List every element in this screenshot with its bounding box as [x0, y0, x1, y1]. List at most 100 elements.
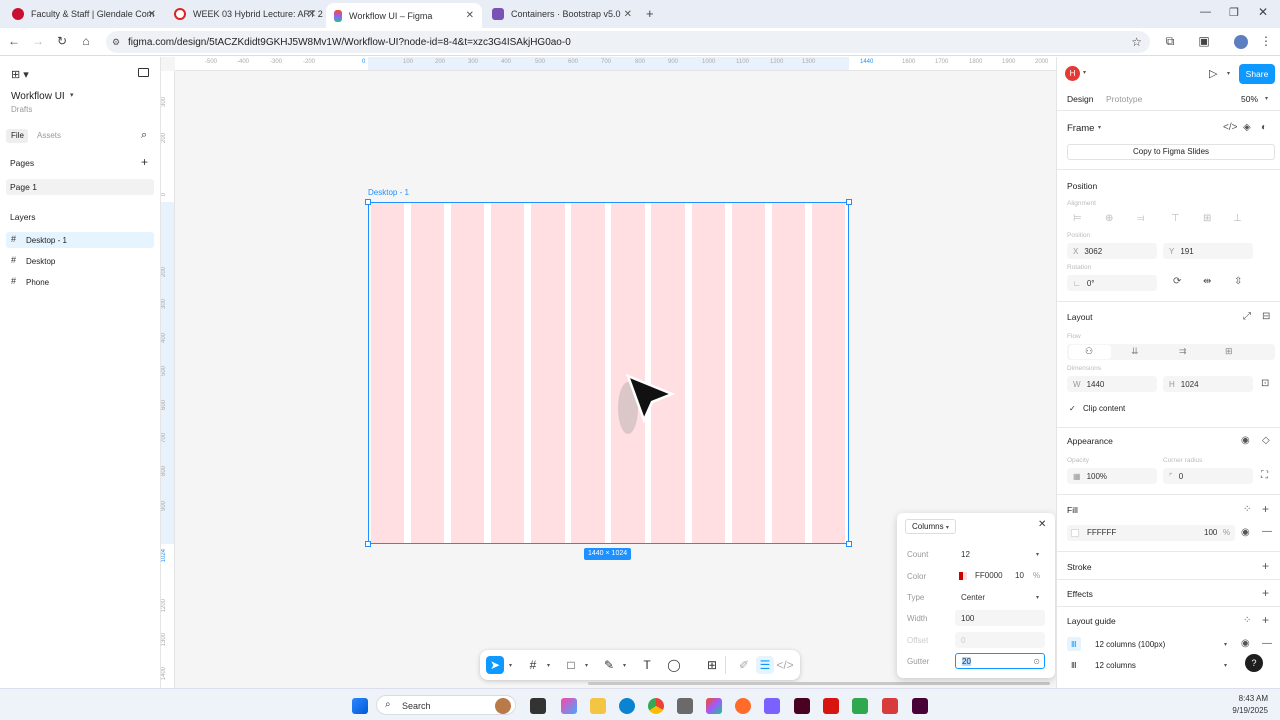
new-tab-icon[interactable]: + [646, 6, 654, 21]
clip-content-label[interactable]: Clip content [1083, 404, 1125, 413]
chevron-down-icon[interactable]: ▾ [585, 662, 588, 669]
browser-tab-active[interactable]: Workflow UI – Figma ✕ [326, 3, 482, 28]
close-tab-icon[interactable]: ✕ [308, 9, 316, 20]
sidebar-toggle-icon[interactable] [138, 68, 149, 77]
offset-input[interactable]: 0 [955, 632, 1045, 648]
figma-icon[interactable] [706, 698, 722, 714]
task-view-icon[interactable] [530, 698, 546, 714]
rotate-icon[interactable]: ⟳ [1173, 276, 1181, 287]
flip-horizontal-icon[interactable]: ⇹ [1203, 276, 1211, 287]
frame-section-title[interactable]: Frame [1067, 123, 1094, 134]
code-icon[interactable]: </> [1223, 122, 1237, 133]
align-bottom-icon[interactable]: ⊥ [1233, 213, 1242, 224]
align-center-v-icon[interactable]: ⊞ [1203, 213, 1211, 224]
opacity-input[interactable]: ▦ 100% [1067, 468, 1157, 484]
chevron-down-icon[interactable]: ▾ [1224, 662, 1227, 669]
file-explorer-icon[interactable] [590, 698, 606, 714]
resize-handle[interactable] [846, 541, 852, 547]
close-tab-icon[interactable]: ✕ [624, 9, 632, 20]
layout-grid-icon[interactable]: ⊟ [1262, 311, 1270, 322]
chrome-icon[interactable] [648, 698, 664, 714]
constraints-icon[interactable]: ⊡ [1261, 378, 1269, 389]
home-icon[interactable]: ⌂ [78, 34, 94, 48]
indesign-icon[interactable] [794, 698, 810, 714]
align-left-icon[interactable]: ⊨ [1073, 213, 1082, 224]
chevron-down-icon[interactable]: ▾ [623, 662, 626, 669]
avatar[interactable]: H [1065, 66, 1080, 81]
chevron-down-icon[interactable]: ▾ [547, 662, 550, 669]
file-menu-chevron-icon[interactable]: ▾ [70, 91, 74, 99]
tab-assets[interactable]: Assets [37, 131, 61, 140]
columns-icon[interactable]: Ⅲ [1071, 661, 1077, 670]
blend-mode-icon[interactable]: ◇ [1262, 435, 1270, 446]
pen-tool-icon[interactable]: ✎ [600, 656, 618, 674]
chevron-down-icon[interactable]: ▾ [1083, 69, 1086, 76]
browser-tab[interactable]: WEEK 03 Hybrid Lecture: ART 2 ✕ [166, 4, 324, 24]
width-input[interactable]: W 1440 [1067, 376, 1157, 392]
fill-row[interactable]: FFFFFF 100 % [1067, 525, 1235, 541]
count-dropdown[interactable]: 12 ▾ [955, 546, 1045, 562]
share-button[interactable]: Share [1239, 64, 1275, 84]
frame-tool-icon[interactable]: # [524, 656, 542, 674]
fill-opacity-value[interactable]: 100 [1204, 528, 1217, 537]
resize-handle[interactable] [846, 199, 852, 205]
width-input[interactable]: 100 [955, 610, 1045, 626]
corner-radius-input[interactable]: ⌜ 0 [1163, 468, 1253, 484]
color-opacity-value[interactable]: 10 [1015, 571, 1024, 580]
extensions-icon[interactable]: ⧉ [1162, 34, 1178, 49]
browser-menu-icon[interactable]: ⋮ [1258, 34, 1274, 48]
eye-icon[interactable]: ◉ [1241, 638, 1250, 649]
app-icon[interactable] [764, 698, 780, 714]
chevron-down-icon[interactable]: ▾ [1265, 95, 1268, 102]
chevron-down-icon[interactable]: ▾ [1098, 124, 1101, 131]
help-icon[interactable]: ? [1245, 654, 1263, 672]
layer-label[interactable]: Phone [26, 278, 49, 287]
type-dropdown[interactable]: Center ▾ [955, 589, 1045, 605]
resize-handle[interactable] [365, 541, 371, 547]
present-play-icon[interactable]: ▷ [1209, 67, 1217, 80]
search-icon[interactable]: ⌕ [141, 129, 147, 142]
app-icon[interactable] [882, 698, 898, 714]
add-layout-guide-icon[interactable]: + [1262, 613, 1269, 627]
remove-guide-icon[interactable]: — [1262, 638, 1272, 649]
color-field[interactable]: FF0000 10 % [955, 568, 1045, 584]
remove-fill-icon[interactable]: — [1262, 526, 1272, 537]
horizontal-flow-icon[interactable]: ⇉ [1179, 346, 1187, 357]
independent-corners-icon[interactable]: ⛶ [1261, 470, 1268, 481]
tab-file[interactable]: File [11, 131, 24, 140]
color-hex-value[interactable]: FF0000 [975, 571, 1003, 580]
actions-icon[interactable]: ⊞ [703, 656, 721, 674]
bookmark-star-icon[interactable]: ☆ [1131, 35, 1142, 49]
close-tab-icon[interactable]: ✕ [466, 10, 474, 21]
browser-tab[interactable]: Faculty & Staff | Glendale Com ✕ [4, 4, 164, 24]
minimize-icon[interactable]: — [1200, 6, 1211, 18]
freeform-icon[interactable]: ⚇ [1085, 346, 1093, 357]
eye-icon[interactable]: ◉ [1241, 435, 1250, 446]
edge-icon[interactable] [619, 698, 635, 714]
file-name[interactable]: Workflow UI [11, 91, 65, 102]
layout-guide-1[interactable]: 12 columns (100px) [1095, 640, 1165, 649]
browser-tab[interactable]: Containers · Bootstrap v5.0 ✕ [484, 4, 640, 24]
chevron-down-icon[interactable]: ▾ [1224, 641, 1227, 648]
close-tab-icon[interactable]: ✕ [148, 9, 156, 20]
auto-layout-icon[interactable]: ⤢ [1243, 311, 1251, 322]
copy-to-slides-button[interactable]: Copy to Figma Slides [1067, 144, 1275, 160]
component-icon[interactable]: ◈ [1243, 122, 1251, 133]
acrobat-icon[interactable] [823, 698, 839, 714]
taskbar-search-box[interactable]: ⌕ Search [376, 695, 516, 715]
back-icon[interactable]: ← [6, 34, 22, 48]
clock-date[interactable]: 9/19/2025 [1210, 706, 1268, 715]
add-page-icon[interactable]: + [141, 155, 148, 169]
screenshot-icon[interactable]: ▣ [1196, 34, 1212, 48]
add-effect-icon[interactable]: + [1262, 586, 1269, 600]
zoom-level[interactable]: 50% [1241, 94, 1258, 104]
site-info-icon[interactable]: ⚙ [112, 37, 120, 48]
windows-start-icon[interactable] [352, 698, 368, 714]
tab-prototype[interactable]: Prototype [1106, 94, 1142, 104]
forward-icon[interactable]: → [30, 34, 46, 48]
restore-icon[interactable]: ❐ [1229, 6, 1239, 19]
url-field[interactable]: ⚙ figma.com/design/5tACZKdidt9GKHJ5W8Mv1… [106, 31, 1150, 53]
fill-swatch-icon[interactable] [1071, 529, 1079, 537]
fill-hex-value[interactable]: FFFFFF [1087, 528, 1116, 537]
styles-grid-icon[interactable]: ⁘ [1243, 504, 1251, 515]
